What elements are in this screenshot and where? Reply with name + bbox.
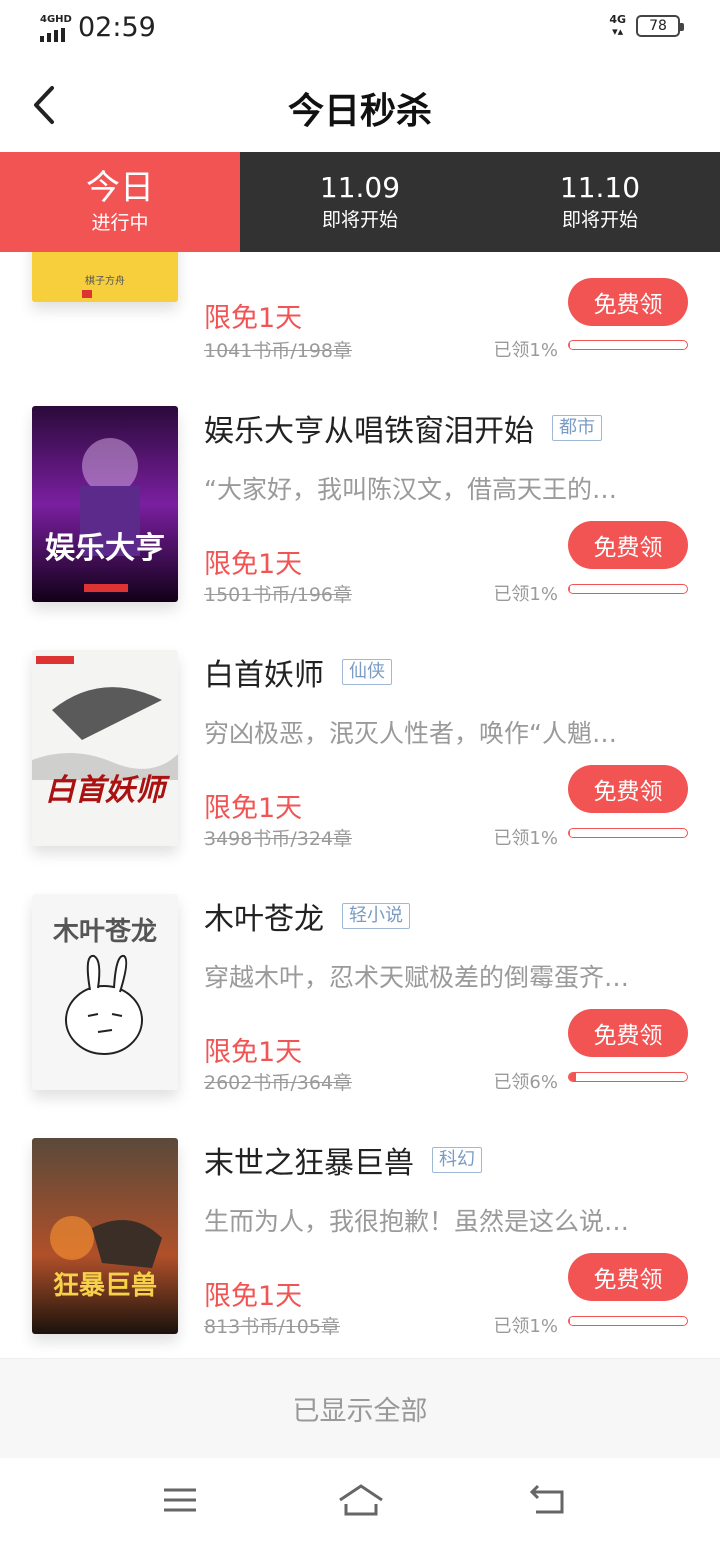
system-nav-bar — [0, 1458, 720, 1544]
book-title-row: 末世之狂暴巨兽 科幻 — [204, 1138, 482, 1182]
book-description: “大家好，我叫陈汉文，借高天王的… — [204, 475, 617, 504]
book-title[interactable]: 末世之狂暴巨兽 — [204, 1138, 414, 1182]
claim-free-button[interactable]: 免费领 — [568, 1009, 688, 1057]
genre-tag: 轻小说 — [342, 903, 410, 929]
original-price: 813书币/105章 — [204, 1316, 340, 1338]
book-title[interactable]: 木叶苍龙 — [204, 894, 324, 938]
free-label: 限免1天 — [204, 1281, 303, 1312]
menu-icon — [164, 1488, 196, 1512]
cover-title: 白首妖师 — [45, 773, 170, 808]
claim-free-button[interactable]: 免费领 — [568, 1253, 688, 1301]
claimed-percent: 已领1% — [493, 340, 558, 361]
free-label: 限免1天 — [204, 1037, 303, 1068]
home-icon — [339, 1484, 383, 1516]
tab-status: 即将开始 — [561, 209, 638, 231]
back-icon — [529, 1484, 564, 1514]
menu-button[interactable] — [158, 1480, 202, 1520]
list-item[interactable]: 娱乐大亨 娱乐大亨从唱铁窗泪开始 都市 “大家好，我叫陈汉文，借高天王的… 限免… — [0, 406, 720, 650]
claimed-percent: 已领1% — [493, 828, 558, 849]
claim-progress-bar — [568, 1316, 688, 1326]
tab-date: 今日 — [86, 168, 154, 208]
free-label: 限免1天 — [204, 549, 303, 580]
original-price: 2602书币/364章 — [204, 1072, 353, 1094]
book-list[interactable]: 棋子方舟 限免1天 1041书币/198章 免费领 已领1% 娱乐大亨 娱乐大亨… — [0, 252, 720, 1358]
clock: 02:59 — [78, 12, 156, 43]
progress-fill — [569, 1073, 577, 1081]
book-title[interactable]: 娱乐大亨从唱铁窗泪开始 — [204, 406, 534, 450]
network-type: 4GHD — [40, 13, 72, 25]
tab-today[interactable]: 今日 进行中 — [0, 152, 240, 252]
status-bar: 4GHD 02:59 4G ▾▴ 78 — [0, 0, 720, 58]
book-cover[interactable]: 娱乐大亨 — [32, 406, 178, 602]
claim-free-button[interactable]: 免费领 — [568, 765, 688, 813]
tab-status: 即将开始 — [321, 209, 398, 231]
cover-title: 木叶苍龙 — [52, 917, 157, 947]
tab-date: 11.10 — [559, 171, 641, 204]
original-price: 1501书币/196章 — [204, 584, 353, 606]
genre-tag: 都市 — [552, 415, 602, 441]
back-nav-button[interactable] — [528, 1480, 572, 1520]
original-price: 3498书币/324章 — [204, 828, 353, 850]
home-button[interactable] — [336, 1480, 386, 1520]
claim-progress-bar — [568, 1072, 688, 1082]
book-title-row: 木叶苍龙 轻小说 — [204, 894, 410, 938]
free-label: 限免1天 — [204, 303, 303, 334]
book-description: 穷凶极恶，泯灭人性者，唤作“人魈… — [204, 719, 617, 748]
claimed-percent: 已领6% — [493, 1072, 558, 1093]
progress-fill — [569, 829, 571, 837]
tab-1110[interactable]: 11.10 即将开始 — [480, 152, 720, 252]
list-item[interactable]: 木叶苍龙 木叶苍龙 轻小说 穿越木叶，忍术天赋极差的倒霉蛋齐… 限免1天 260… — [0, 894, 720, 1138]
date-tabs: 今日 进行中 11.09 即将开始 11.10 即将开始 — [0, 152, 720, 252]
claimed-percent: 已领1% — [493, 1316, 558, 1337]
list-item[interactable]: 棋子方舟 限免1天 1041书币/198章 免费领 已领1% — [0, 252, 720, 362]
original-price: 1041书币/198章 — [204, 340, 353, 362]
book-description: 生而为人，我很抱歉！虽然是这么说… — [204, 1207, 630, 1236]
nav-bar: 今日秒杀 — [0, 58, 720, 152]
claim-free-button[interactable]: 免费领 — [568, 278, 688, 326]
list-item[interactable]: 白首妖师 白首妖师 仙侠 穷凶极恶，泯灭人性者，唤作“人魈… 限免1天 3498… — [0, 650, 720, 894]
progress-fill — [569, 341, 571, 349]
cover-title: 狂暴巨兽 — [53, 1270, 157, 1301]
claimed-percent: 已领1% — [493, 584, 558, 605]
book-title-row: 娱乐大亨从唱铁窗泪开始 都市 — [204, 406, 602, 450]
tab-1109[interactable]: 11.09 即将开始 — [240, 152, 480, 252]
progress-fill — [569, 1317, 571, 1325]
cover-author: 棋子方舟 — [85, 274, 125, 287]
signal-icon: 4GHD — [40, 14, 72, 42]
tab-status: 进行中 — [91, 212, 149, 234]
book-cover[interactable]: 木叶苍龙 — [32, 894, 178, 1090]
claim-free-button[interactable]: 免费领 — [568, 521, 688, 569]
progress-fill — [569, 585, 571, 593]
claim-progress-bar — [568, 584, 688, 594]
free-label: 限免1天 — [204, 793, 303, 824]
page-title: 今日秒杀 — [287, 91, 432, 132]
book-title[interactable]: 白首妖师 — [204, 650, 324, 694]
claim-progress-bar — [568, 340, 688, 350]
list-item[interactable]: 狂暴巨兽 末世之狂暴巨兽 科幻 生而为人，我很抱歉！虽然是这么说… 限免1天 8… — [0, 1138, 720, 1358]
book-description: 穿越木叶，忍术天赋极差的倒霉蛋齐… — [204, 963, 630, 992]
claim-progress-bar — [568, 828, 688, 838]
book-title-row: 白首妖师 仙侠 — [204, 650, 392, 694]
genre-tag: 仙侠 — [342, 659, 392, 685]
cover-title: 娱乐大亨 — [45, 531, 165, 566]
book-cover[interactable]: 白首妖师 — [32, 650, 178, 846]
battery-icon: 78 — [636, 15, 684, 37]
genre-tag: 科幻 — [432, 1147, 482, 1173]
book-cover[interactable]: 狂暴巨兽 — [32, 1138, 178, 1334]
tab-date: 11.09 — [319, 171, 401, 204]
network-4g-icon: 4G ▾▴ — [609, 13, 626, 38]
battery-level: 78 — [649, 18, 667, 34]
book-cover[interactable]: 棋子方舟 — [32, 252, 178, 302]
end-of-list: 已显示全部 — [0, 1358, 720, 1458]
